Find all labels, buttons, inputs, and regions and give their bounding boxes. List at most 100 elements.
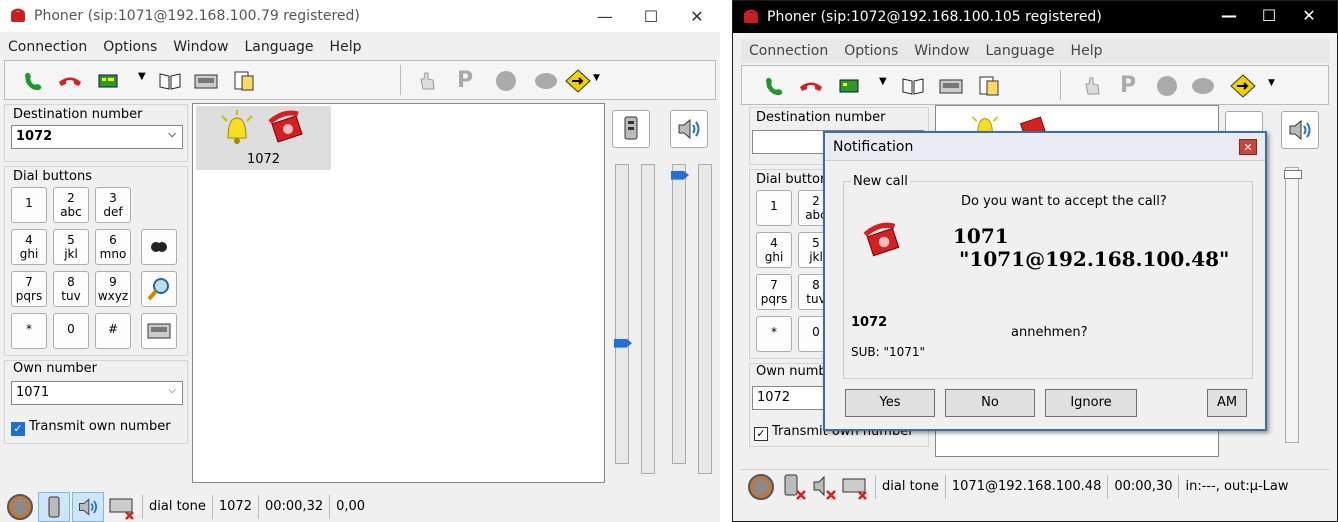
answering-machine-off-icon[interactable] [108, 494, 136, 520]
yes-button[interactable]: Yes [845, 389, 935, 417]
chat-cloud-icon[interactable] [533, 69, 559, 93]
destination-combo[interactable]: 1072 ⌵ [11, 125, 183, 149]
speaker-button[interactable] [670, 110, 708, 148]
microphone-volume-slider[interactable] [614, 164, 632, 464]
speaker-button[interactable] [1281, 111, 1319, 149]
status-circle-icon[interactable] [6, 493, 34, 521]
dial-key[interactable]: # [95, 313, 131, 349]
park-icon[interactable]: P [1120, 74, 1146, 98]
answering-machine-icon[interactable] [193, 69, 219, 93]
title-bar[interactable]: Phoner (sip:1072@192.168.100.105 registe… [733, 1, 1337, 33]
minimize-button[interactable]: — [1209, 3, 1249, 27]
conference-button[interactable] [141, 229, 177, 265]
close-button[interactable]: ✕ [674, 0, 720, 32]
phoner-app-icon [10, 8, 26, 22]
title-bar[interactable]: Phoner (sip:1071@192.168.100.79 register… [0, 0, 720, 32]
dial-key[interactable]: 8 tuv [53, 271, 89, 307]
menu-language[interactable]: Language [977, 43, 1062, 59]
maximize-button[interactable]: ☐ [628, 0, 674, 32]
checkmark-icon[interactable]: ✓ [11, 422, 25, 436]
answering-machine-button[interactable] [141, 313, 177, 349]
call-green-handset-icon[interactable] [21, 69, 47, 93]
dial-key[interactable]: 4 ghi [11, 229, 47, 265]
phonebook-card-icon[interactable] [97, 69, 123, 93]
park-icon[interactable]: P [457, 69, 483, 93]
dial-key[interactable]: 1 [11, 187, 47, 223]
minimize-button[interactable]: — [582, 0, 628, 32]
toolbar-separator [1060, 70, 1061, 100]
menu-window[interactable]: Window [165, 39, 236, 55]
speaker-volume-slider[interactable] [1284, 167, 1302, 443]
dialog-close-button[interactable]: ✕ [1239, 139, 1257, 155]
answering-machine-off-icon[interactable] [841, 474, 869, 500]
phonebook-card-icon[interactable] [838, 74, 864, 98]
dropdown-arrow-icon[interactable]: ▼ [879, 76, 887, 87]
speaker-volume-slider[interactable] [671, 164, 689, 464]
dial-key[interactable]: * [11, 313, 47, 349]
status-speaker-toggle[interactable] [72, 492, 104, 522]
chevron-down-icon[interactable]: ⌵ [168, 385, 176, 396]
dial-key[interactable]: 1 [756, 190, 792, 226]
menu-options[interactable]: Options [836, 43, 906, 59]
dial-key[interactable]: 0 [53, 313, 89, 349]
menu-help[interactable]: Help [322, 39, 370, 55]
microphone-off-icon[interactable] [781, 473, 807, 501]
dial-key[interactable]: 2 abc [53, 187, 89, 223]
slider-thumb[interactable] [614, 338, 632, 348]
speaker-level-meter [698, 164, 712, 474]
forward-sign-icon[interactable] [565, 69, 591, 93]
dial-key[interactable]: 3 def [95, 187, 131, 223]
status-circle-icon[interactable] [747, 473, 775, 501]
dial-key-digit: * [26, 322, 32, 336]
call-tile[interactable]: 1072 [196, 106, 331, 170]
call-green-handset-icon[interactable] [762, 74, 788, 98]
forward-sign-icon[interactable] [1230, 74, 1256, 98]
dialog-title-bar[interactable]: Notification [825, 133, 1265, 161]
hand-icon[interactable] [1080, 74, 1106, 98]
close-button[interactable]: ✕ [1289, 3, 1329, 27]
hand-icon[interactable] [415, 69, 441, 93]
no-button[interactable]: No [945, 389, 1035, 417]
forward-dropdown-arrow-icon[interactable]: ▼ [1268, 78, 1275, 88]
dropdown-arrow-icon[interactable]: ▼ [138, 71, 146, 82]
answering-machine-icon[interactable] [938, 74, 964, 98]
chat-cloud-icon[interactable] [1190, 74, 1216, 98]
dial-key[interactable]: 5 jkl [53, 229, 89, 265]
notes-icon[interactable] [231, 69, 257, 93]
status-microphone-toggle[interactable] [38, 492, 70, 522]
notes-icon[interactable] [976, 74, 1002, 98]
menu-help[interactable]: Help [1063, 43, 1111, 59]
hangup-red-handset-icon[interactable] [57, 69, 83, 93]
menu-options[interactable]: Options [95, 39, 165, 55]
transmit-own-number-checkbox[interactable]: ✓ Transmit own number [11, 419, 171, 436]
book-icon[interactable] [900, 74, 926, 98]
menu-window[interactable]: Window [906, 43, 977, 59]
menu-language[interactable]: Language [236, 39, 321, 55]
speaker-off-icon[interactable] [811, 473, 837, 501]
maximize-button[interactable]: ☐ [1249, 3, 1289, 27]
menu-connection[interactable]: Connection [741, 43, 836, 59]
window-title: Phoner (sip:1071@192.168.100.79 register… [34, 8, 360, 24]
ignore-button[interactable]: Ignore [1045, 389, 1137, 417]
hangup-red-handset-icon[interactable] [798, 74, 824, 98]
chevron-down-icon[interactable]: ⌵ [168, 129, 176, 140]
book-icon[interactable] [157, 69, 183, 93]
microphone-button[interactable] [612, 110, 650, 148]
slider-thumb[interactable] [671, 170, 689, 180]
dial-key[interactable]: 6 mno [95, 229, 131, 265]
dial-key[interactable]: 7 pqrs [756, 274, 792, 310]
slider-thumb[interactable] [1284, 170, 1302, 179]
am-button[interactable]: AM [1207, 389, 1247, 417]
record-circle-icon[interactable] [1154, 74, 1180, 98]
dial-key[interactable]: * [756, 316, 792, 352]
status-duration: 00:00,30 [1107, 474, 1178, 499]
search-button[interactable] [141, 271, 177, 307]
dial-key[interactable]: 4 ghi [756, 232, 792, 268]
menu-connection[interactable]: Connection [0, 39, 95, 55]
checkmark-icon[interactable]: ✓ [754, 427, 768, 441]
forward-dropdown-arrow-icon[interactable]: ▼ [593, 73, 600, 83]
record-circle-icon[interactable] [493, 69, 519, 93]
own-number-combo[interactable]: 1071 ⌵ [11, 381, 183, 405]
dial-key[interactable]: 9 wxyz [95, 271, 131, 307]
dial-key[interactable]: 7 pqrs [11, 271, 47, 307]
